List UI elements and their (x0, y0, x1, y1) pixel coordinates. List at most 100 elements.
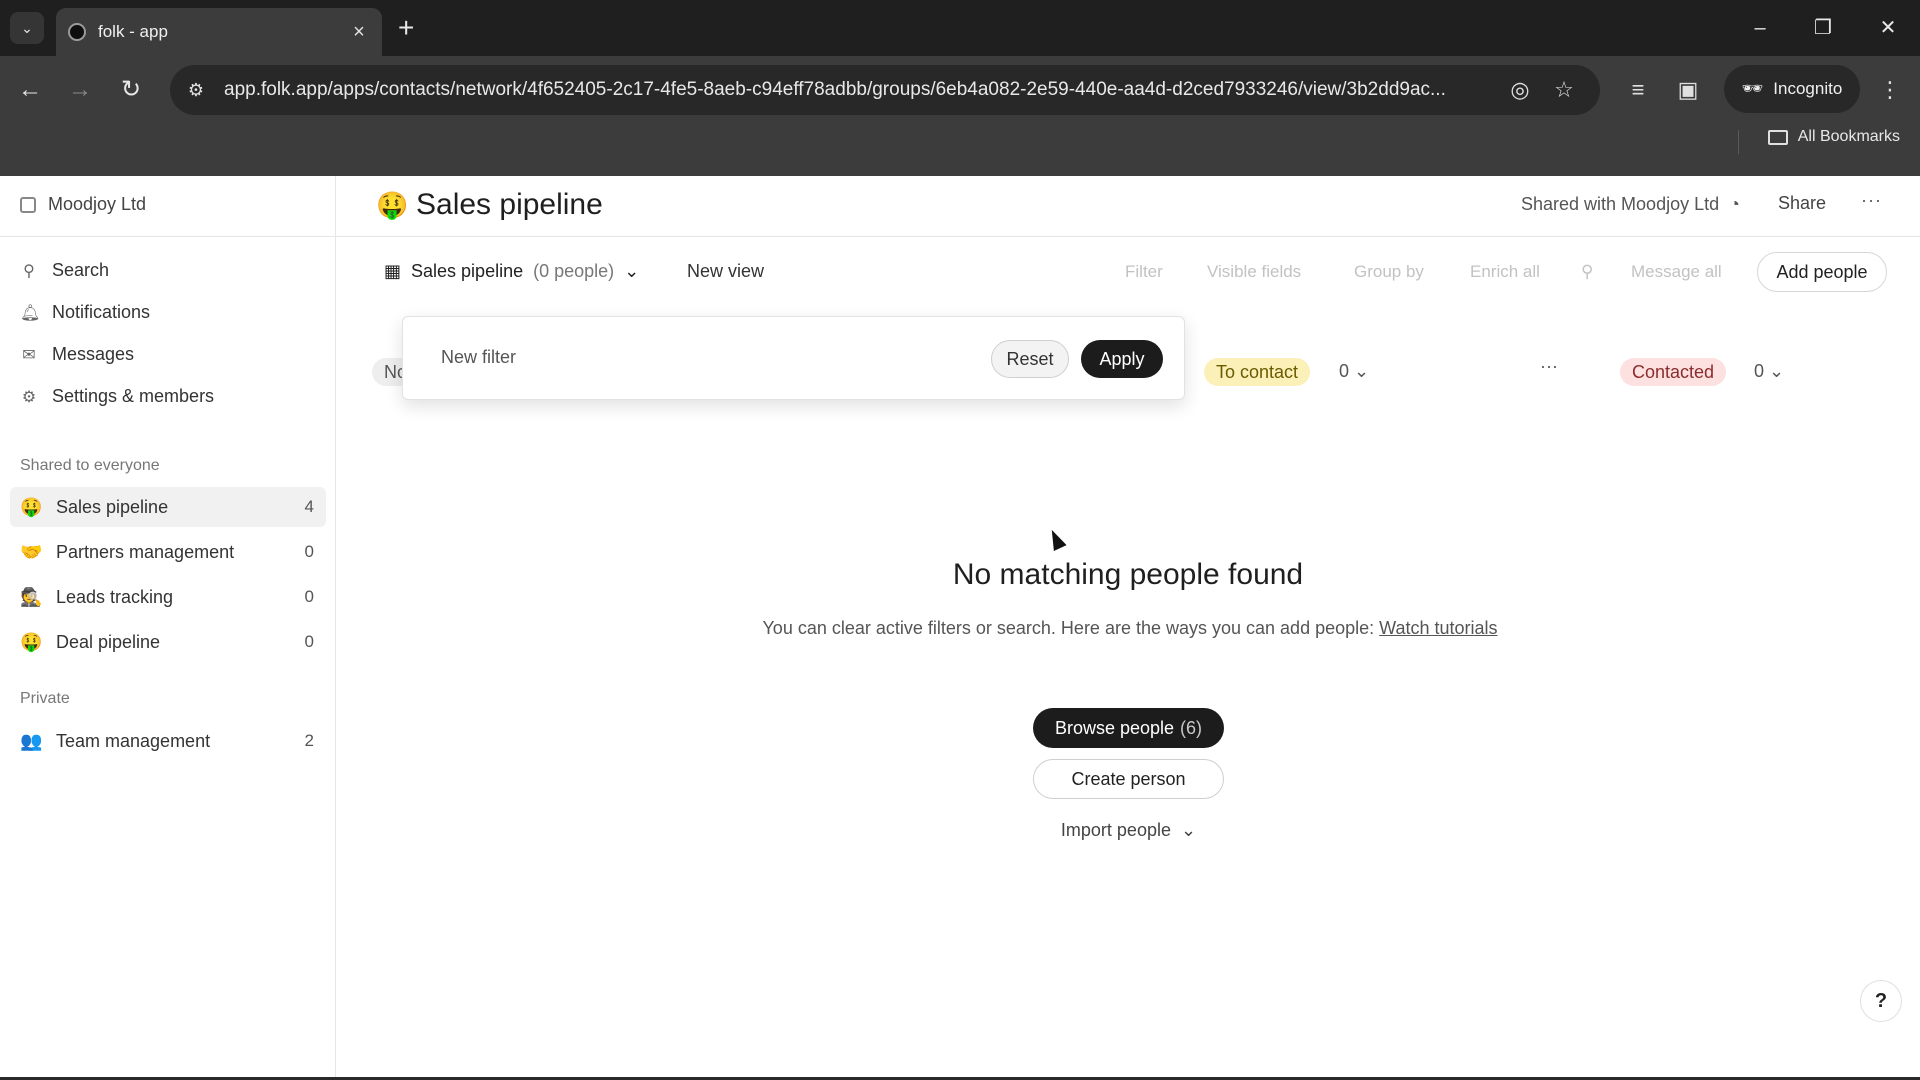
forward-icon[interactable]: → (62, 72, 98, 108)
media-icon[interactable]: ≡ (1620, 72, 1656, 108)
sidebar-group-partners-management[interactable]: 🤝 Partners management 0 (10, 532, 326, 572)
new-view-button[interactable]: New view (687, 261, 764, 282)
import-label: Import people (1060, 819, 1171, 840)
help-button[interactable]: ? (1860, 980, 1902, 1022)
restore-icon[interactable]: ❐ (1803, 10, 1843, 46)
stage-count-contacted[interactable]: 0 ⌄ (1754, 361, 1784, 382)
incognito-badge[interactable]: 🕶 Incognito (1724, 65, 1860, 113)
url-text[interactable]: app.folk.app/apps/contacts/network/4f652… (224, 79, 1494, 101)
empty-description-text: You can clear active filters or search. … (762, 618, 1375, 638)
sidebar-item-label: Messages (52, 344, 135, 364)
watch-tutorials-link[interactable]: Watch tutorials (1379, 618, 1497, 638)
sidebar: Moodjoy Ltd ⚲ Search 🔔︎ Notifications ✉ … (0, 176, 336, 1080)
minimize-icon[interactable]: – (1740, 10, 1780, 46)
close-window-icon[interactable]: ✕ (1868, 10, 1908, 46)
reset-label: Reset (1006, 348, 1054, 369)
workspace-switcher[interactable]: Moodjoy Ltd (20, 194, 146, 215)
workspace-icon (20, 196, 36, 213)
tab-title: folk - app (98, 22, 168, 41)
browser-menu-icon[interactable]: ⋮ (1872, 72, 1908, 108)
mouse-cursor-icon (1045, 526, 1067, 552)
create-label: Create person (1071, 768, 1186, 789)
search-icon[interactable]: ⚲ (1581, 262, 1593, 282)
reload-icon[interactable]: ↻ (113, 72, 149, 108)
incognito-label: Incognito (1773, 79, 1843, 98)
browser-tab[interactable]: folk - app × (56, 8, 382, 56)
search-icon: ⚲ (23, 262, 35, 280)
sidebar-group-deal-pipeline[interactable]: 🤑 Deal pipeline 0 (10, 622, 326, 662)
chevron-down-icon: ⌄ (1180, 819, 1197, 840)
detective-icon: 🕵 (20, 586, 43, 607)
group-by-button[interactable]: Group by (1354, 262, 1424, 282)
stage-label: Contacted (1632, 361, 1715, 382)
browse-count: (6) (1180, 717, 1203, 738)
reset-button[interactable]: Reset (991, 340, 1069, 378)
group-name: Sales pipeline (56, 496, 169, 517)
address-bar[interactable]: ⚙ app.folk.app/apps/contacts/network/4f6… (170, 65, 1600, 115)
new-tab-button[interactable]: + (398, 12, 414, 44)
tab-search-button[interactable]: ⌄ (10, 12, 44, 44)
workspace-name: Moodjoy Ltd (48, 194, 147, 214)
mail-icon: ✉ (22, 346, 36, 364)
message-all-button[interactable]: Message all (1631, 262, 1722, 282)
apply-label: Apply (1099, 348, 1145, 369)
back-icon[interactable]: ← (12, 72, 48, 108)
share-button[interactable]: Share (1778, 193, 1826, 214)
view-selector[interactable]: ▦ Sales pipeline (0 people) ⌄ (384, 261, 639, 282)
sidebar-group-leads-tracking[interactable]: 🕵 Leads tracking 0 (10, 577, 326, 617)
new-filter-button[interactable]: New filter (441, 347, 516, 368)
bookmarks-separator (1738, 130, 1739, 154)
empty-state-description: You can clear active filters or search. … (760, 615, 1500, 641)
money-face-icon: 🤑 (20, 631, 43, 652)
sidebar-group-team-management[interactable]: 👥 Team management 2 (10, 721, 326, 761)
sidebar-item-notifications[interactable]: 🔔︎ Notifications (20, 302, 150, 323)
page-header: 🤑 Sales pipeline Shared with Moodjoy Ltd… (336, 176, 1920, 237)
sidebar-item-search[interactable]: ⚲ Search (20, 260, 109, 281)
view-name: Sales pipeline (411, 261, 524, 281)
filter-button[interactable]: Filter (1125, 262, 1163, 282)
star-icon[interactable]: ☆ (1546, 77, 1582, 103)
stage-more-icon[interactable]: ··· (1540, 356, 1558, 377)
sidebar-group-sales-pipeline[interactable]: 🤑 Sales pipeline 4 (10, 487, 326, 527)
stage-count-value: 0 (1339, 361, 1350, 381)
all-bookmarks[interactable]: All Bookmarks (1767, 128, 1900, 146)
add-people-label: Add people (1776, 261, 1868, 282)
chevron-down-icon: ⌄ (21, 19, 33, 36)
sidebar-divider (0, 236, 336, 237)
group-count: 0 (304, 632, 314, 651)
folk-app: Moodjoy Ltd ⚲ Search 🔔︎ Notifications ✉ … (0, 176, 1920, 1080)
enrich-all-button[interactable]: Enrich all (1470, 262, 1540, 282)
visible-fields-button[interactable]: Visible fields (1207, 262, 1301, 282)
group-name: Partners management (56, 541, 235, 562)
handshake-icon: 🤝 (20, 541, 43, 562)
gear-icon: ⚙ (21, 388, 37, 406)
view-toolbar: ▦ Sales pipeline (0 people) ⌄ New view F… (336, 237, 1920, 309)
group-count: 4 (304, 497, 314, 516)
group-name: Team management (56, 730, 211, 751)
shared-with-indicator[interactable]: Shared with Moodjoy Ltd ◔ (1521, 194, 1740, 215)
add-people-button[interactable]: Add people (1757, 252, 1887, 292)
import-people-button[interactable]: Import people ⌄ (1033, 810, 1224, 850)
people-icon: 👥 (20, 730, 43, 751)
apply-button[interactable]: Apply (1081, 340, 1163, 378)
bell-icon: 🔔︎ (20, 304, 41, 322)
sidebar-item-messages[interactable]: ✉ Messages (20, 344, 134, 365)
money-face-icon: 🤑 (20, 496, 43, 517)
create-person-button[interactable]: Create person (1033, 759, 1224, 799)
stage-count-to-contact[interactable]: 0 ⌄ (1339, 361, 1369, 382)
browser-tab-bar: ⌄ folk - app × + – ❐ ✕ (0, 0, 1920, 56)
eye-off-icon[interactable]: ◎ (1502, 77, 1538, 103)
browse-people-button[interactable]: Browse people (6) (1033, 708, 1224, 748)
stage-chip-contacted[interactable]: Contacted (1620, 358, 1727, 386)
site-info-icon[interactable]: ⚙ (178, 72, 214, 108)
shared-icon: ◔ (1729, 194, 1740, 214)
browse-label: Browse people (1054, 717, 1175, 738)
sidebar-item-label: Notifications (52, 302, 151, 322)
side-panel-icon[interactable]: ▣ (1670, 72, 1706, 108)
stage-chip-to-contact[interactable]: To contact (1204, 358, 1311, 386)
close-tab-icon[interactable]: × (348, 21, 370, 44)
table-icon: ▦ (384, 261, 402, 281)
more-options-icon[interactable]: ··· (1861, 190, 1882, 211)
sidebar-item-settings[interactable]: ⚙ Settings & members (20, 386, 214, 407)
money-face-icon: 🤑 (376, 190, 409, 220)
